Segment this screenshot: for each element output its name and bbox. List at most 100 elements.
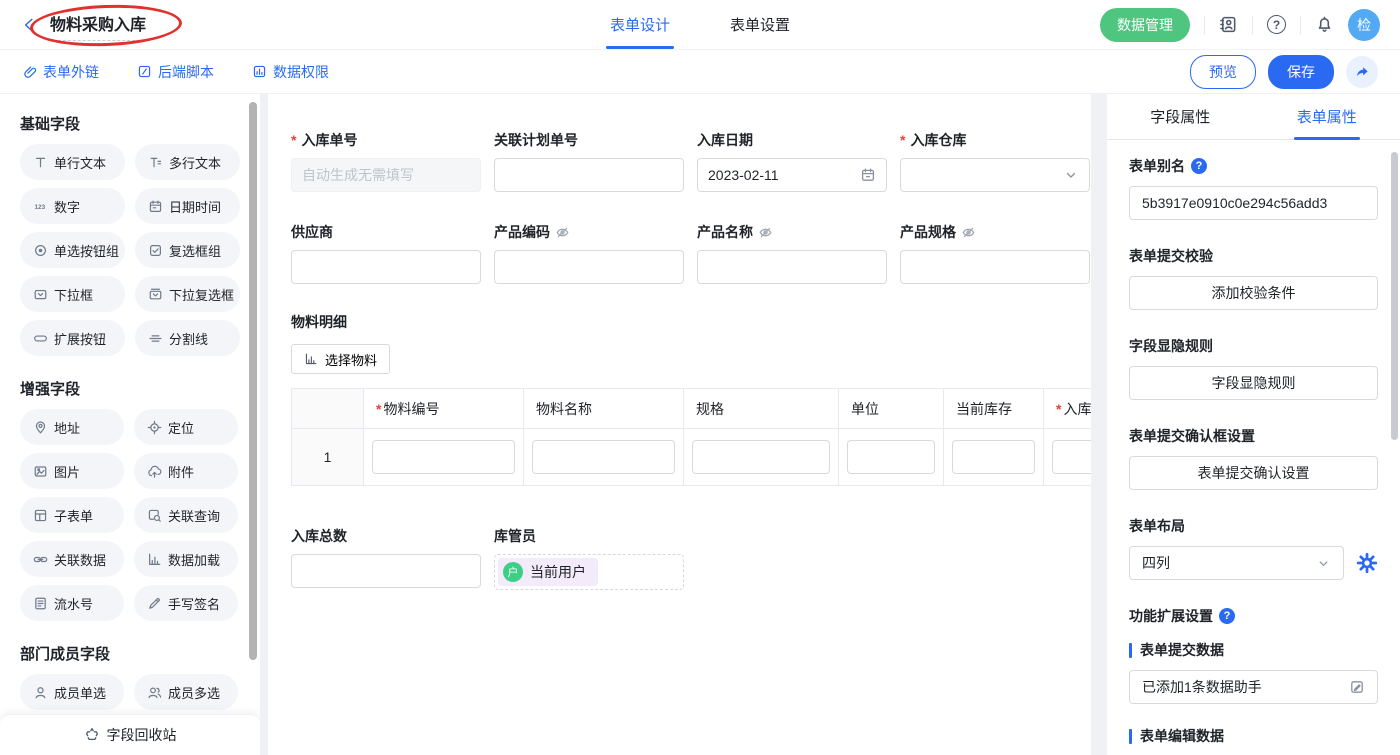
detail-cell-input[interactable] bbox=[372, 440, 515, 474]
form-alias-input[interactable] bbox=[1129, 186, 1378, 220]
detail-cell-input[interactable] bbox=[1052, 440, 1091, 474]
canvas-field[interactable]: 关联计划单号 bbox=[494, 130, 684, 192]
layout-select-value: 四列 bbox=[1142, 553, 1170, 573]
detail-cell-input[interactable] bbox=[532, 440, 675, 474]
question-icon[interactable] bbox=[1191, 158, 1207, 174]
canvas-field[interactable]: 入库总数 bbox=[291, 526, 481, 590]
add-validation-button[interactable]: 添加校验条件 bbox=[1129, 276, 1378, 310]
inbound-date-input[interactable]: 2023-02-11 bbox=[697, 158, 887, 192]
eye-off-icon bbox=[758, 225, 773, 240]
bell-icon[interactable] bbox=[1315, 15, 1334, 34]
field-type-locate[interactable]: 定位 bbox=[134, 409, 238, 445]
field-type-linkquery[interactable]: 关联查询 bbox=[134, 497, 238, 533]
data-assistant-text: 已添加1条数据助手 bbox=[1142, 677, 1262, 697]
sidebar-scrollbar[interactable] bbox=[249, 102, 257, 660]
header-left: 物料采购入库 bbox=[20, 9, 150, 41]
save-button[interactable]: 保存 bbox=[1268, 55, 1334, 89]
avatar[interactable]: 检 bbox=[1348, 9, 1380, 41]
bottom-fields: 入库总数 库管员 户 当前用户 bbox=[291, 526, 1091, 590]
datetime-icon bbox=[148, 199, 163, 214]
data-manage-button[interactable]: 数据管理 bbox=[1100, 8, 1190, 42]
member-tag[interactable]: 户 当前用户 bbox=[498, 558, 598, 586]
field-type-signature[interactable]: 手写签名 bbox=[134, 585, 238, 621]
canvas-field[interactable]: 库管员 户 当前用户 bbox=[494, 526, 684, 590]
canvas-field[interactable]: 供应商 bbox=[291, 222, 481, 284]
linkquery-icon bbox=[147, 508, 162, 523]
canvas-field[interactable]: *入库仓库 bbox=[900, 130, 1090, 192]
gear-icon[interactable] bbox=[1356, 552, 1378, 574]
placeholder-text: 自动生成无需填写 bbox=[302, 165, 414, 185]
field-type-select[interactable]: 下拉框 bbox=[20, 276, 125, 312]
warehouse-select[interactable] bbox=[900, 158, 1090, 192]
field-type-radio[interactable]: 单选按钮组 bbox=[20, 232, 125, 268]
select-icon bbox=[33, 287, 48, 302]
field-type-member[interactable]: 成员单选 bbox=[20, 674, 124, 710]
inbound-total-input[interactable] bbox=[291, 554, 481, 588]
field-type-members[interactable]: 成员多选 bbox=[134, 674, 238, 710]
tab-form-settings[interactable]: 表单设置 bbox=[730, 0, 790, 49]
page-title[interactable]: 物料采购入库 bbox=[48, 9, 150, 41]
field-type-subform[interactable]: 子表单 bbox=[20, 497, 124, 533]
field-type-datetime[interactable]: 日期时间 bbox=[135, 188, 240, 224]
header-right: 数据管理 ? 检 bbox=[1100, 8, 1380, 42]
select-material-button[interactable]: 选择物料 bbox=[291, 344, 390, 374]
question-icon[interactable] bbox=[1219, 608, 1235, 624]
related-plan-no-input[interactable] bbox=[494, 158, 684, 192]
canvas-field[interactable]: 入库日期2023-02-11 bbox=[697, 130, 887, 192]
panel-scrollbar[interactable] bbox=[1391, 152, 1398, 440]
detail-cell-input[interactable] bbox=[952, 440, 1035, 474]
edit-icon[interactable] bbox=[1349, 679, 1365, 695]
field-label: 库管员 bbox=[494, 526, 536, 546]
toolbar-link-backend-script[interactable]: 后端脚本 bbox=[137, 62, 214, 82]
field-type-text[interactable]: 单行文本 bbox=[20, 144, 125, 180]
properties-panel: 字段属性 表单属性 表单别名 表单提交校验 添加校验条件 字段显隐规则 字段显隐… bbox=[1107, 94, 1400, 755]
divider bbox=[1252, 16, 1253, 34]
supplier-input[interactable] bbox=[291, 250, 481, 284]
toolbar-link-form-external-link[interactable]: 表单外链 bbox=[22, 62, 99, 82]
data-assistant-box[interactable]: 已添加1条数据助手 bbox=[1129, 670, 1378, 704]
canvas-field[interactable]: *入库单号自动生成无需填写 bbox=[291, 130, 481, 192]
help-icon[interactable]: ? bbox=[1267, 15, 1286, 34]
field-type-number[interactable]: 123数字 bbox=[20, 188, 125, 224]
tab-form-design[interactable]: 表单设计 bbox=[610, 0, 670, 49]
field-type-checkbox[interactable]: 复选框组 bbox=[135, 232, 240, 268]
linkdata-icon bbox=[33, 552, 48, 567]
preview-button[interactable]: 预览 bbox=[1190, 55, 1256, 89]
back-icon[interactable] bbox=[20, 16, 38, 34]
product-code-input[interactable] bbox=[494, 250, 684, 284]
field-type-address[interactable]: 地址 bbox=[20, 409, 124, 445]
material-table: *物料编号物料名称规格单位当前库存*入库数量 1 bbox=[291, 388, 1091, 486]
table-column-header: 物料名称 bbox=[524, 389, 684, 429]
layout-select[interactable]: 四列 bbox=[1129, 546, 1344, 580]
field-type-image[interactable]: 图片 bbox=[20, 453, 124, 489]
field-recycle-bin[interactable]: 字段回收站 bbox=[0, 714, 260, 755]
contact-book-icon[interactable] bbox=[1219, 15, 1238, 34]
share-button[interactable] bbox=[1346, 56, 1378, 88]
tab-form-properties[interactable]: 表单属性 bbox=[1254, 94, 1400, 139]
keeper-member-picker[interactable]: 户 当前用户 bbox=[494, 554, 684, 590]
field-type-serial[interactable]: 流水号 bbox=[20, 585, 124, 621]
detail-cell-input[interactable] bbox=[847, 440, 935, 474]
detail-cell-input[interactable] bbox=[692, 440, 830, 474]
tab-field-properties[interactable]: 字段属性 bbox=[1107, 94, 1254, 139]
page-body: 基础字段单行文本多行文本123数字日期时间单选按钮组复选框组下拉框下拉复选框扩展… bbox=[0, 94, 1400, 755]
field-type-button[interactable]: 扩展按钮 bbox=[20, 320, 125, 356]
field-visibility-button[interactable]: 字段显隐规则 bbox=[1129, 366, 1378, 400]
canvas-field[interactable]: 产品编码 bbox=[494, 222, 684, 284]
field-type-divider[interactable]: 分割线 bbox=[135, 320, 240, 356]
field-type-attachment[interactable]: 附件 bbox=[134, 453, 238, 489]
canvas-field[interactable]: 产品规格 bbox=[900, 222, 1090, 284]
confirm-dialog-button[interactable]: 表单提交确认设置 bbox=[1129, 456, 1378, 490]
product-spec-input[interactable] bbox=[900, 250, 1090, 284]
row-number-header bbox=[292, 389, 364, 429]
field-label: 关联计划单号 bbox=[494, 130, 578, 150]
field-type-textarea[interactable]: 多行文本 bbox=[135, 144, 240, 180]
canvas-field[interactable]: 产品名称 bbox=[697, 222, 887, 284]
toolbar-link-data-permission[interactable]: 数据权限 bbox=[252, 62, 329, 82]
field-type-multiselect[interactable]: 下拉复选框 bbox=[135, 276, 240, 312]
product-name-input[interactable] bbox=[697, 250, 887, 284]
app-header: 物料采购入库 表单设计 表单设置 数据管理 ? 检 bbox=[0, 0, 1400, 50]
field-type-linkdata[interactable]: 关联数据 bbox=[20, 541, 124, 577]
inbound-no-input[interactable]: 自动生成无需填写 bbox=[291, 158, 481, 192]
field-type-dataload[interactable]: 数据加载 bbox=[134, 541, 238, 577]
